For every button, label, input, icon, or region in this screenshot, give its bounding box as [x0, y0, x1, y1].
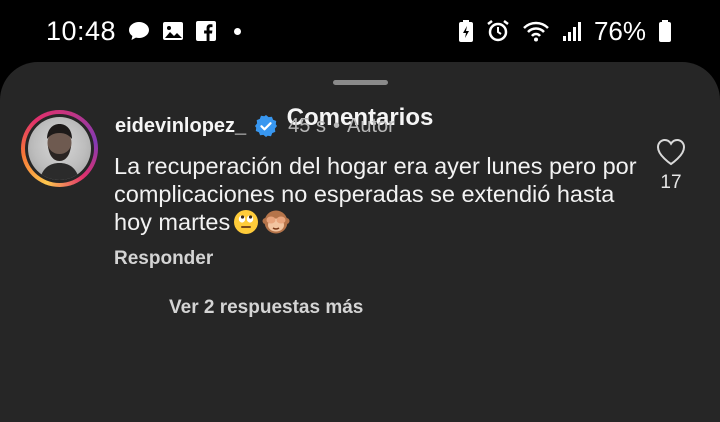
status-bar: 10:48 76%: [0, 0, 720, 62]
clock: 10:48: [46, 15, 117, 46]
see-no-evil-monkey-emoji-icon: [262, 209, 290, 241]
heart-icon[interactable]: [656, 138, 686, 166]
sheet-drag-handle[interactable]: [333, 80, 388, 85]
status-right-group: 76%: [458, 16, 672, 47]
like-count: 17: [660, 172, 682, 193]
author-badge: Autor: [346, 114, 395, 137]
avatar: [28, 117, 91, 180]
comment-username[interactable]: eidevinlopez_: [115, 115, 246, 138]
battery-percent: 76%: [593, 15, 646, 46]
eye-roll-emoji-icon: [233, 209, 259, 241]
verified-badge-icon: [254, 114, 278, 138]
battery-icon: [658, 19, 672, 43]
facebook-icon: [196, 21, 217, 41]
chat-bubble-icon: [128, 21, 150, 41]
comment-time: 45 s: [288, 114, 326, 137]
avatar-story-ring[interactable]: [21, 110, 98, 187]
alarm-icon: [486, 19, 510, 43]
notification-dot: [234, 27, 242, 35]
reply-button[interactable]: Responder: [114, 248, 213, 270]
status-left-group: 10:48: [46, 15, 242, 47]
like-column: 17: [652, 138, 690, 194]
comment-body: La recuperación del hogar era ayer lunes…: [114, 153, 637, 235]
comment-meta: eidevinlopez_ 45 s • Autor: [115, 114, 395, 138]
meta-separator: •: [332, 114, 340, 137]
comment-text: La recuperación del hogar era ayer lunes…: [114, 152, 644, 241]
image-icon: [162, 21, 184, 41]
view-more-replies-button[interactable]: Ver 2 respuestas más: [169, 297, 363, 319]
wifi-icon: [522, 20, 550, 42]
signal-icon: [562, 21, 582, 41]
battery-saver-icon: [458, 19, 474, 43]
